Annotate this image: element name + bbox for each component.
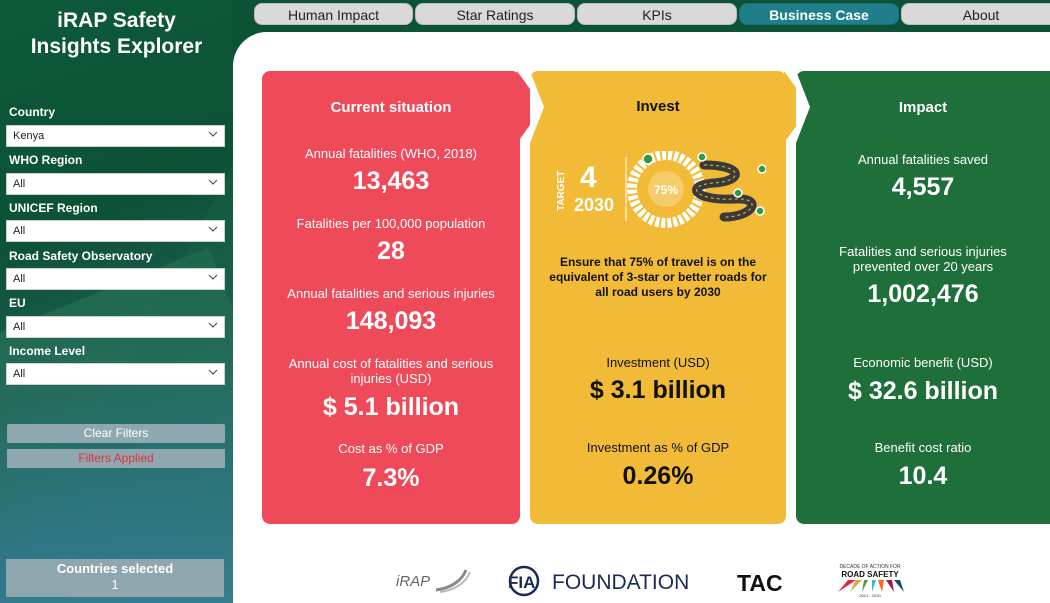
cost-gdp-label: Cost as % of GDP bbox=[338, 441, 444, 456]
fsi-prevented-label: Fatalities and serious injuries prevente… bbox=[839, 244, 1007, 274]
chevron-down-icon bbox=[208, 369, 218, 375]
investment-value: $ 3.1 billion bbox=[589, 376, 727, 404]
filter-label-who-region: WHO Region bbox=[9, 153, 83, 167]
decade-of-action-logo: DECADE OF ACTION FOR ROAD SAFETY 2021 - … bbox=[818, 562, 922, 598]
road-safety-observatory-select[interactable]: All bbox=[6, 268, 225, 290]
country-select[interactable]: Kenya bbox=[6, 125, 225, 147]
economic-benefit-label: Economic benefit (USD) bbox=[853, 355, 993, 370]
annual-fsi-value: 148,093 bbox=[345, 307, 437, 335]
filter-label-unicef-region: UNICEF Region bbox=[9, 201, 98, 215]
app-title-line2: Insights Explorer bbox=[30, 35, 203, 58]
decade-line3: 2021 - 2030 bbox=[859, 593, 881, 598]
who-region-select-value: All bbox=[13, 178, 26, 190]
current-situation-panel: Current situation Annual fatalities (WHO… bbox=[262, 71, 520, 524]
income-level-select[interactable]: All bbox=[6, 363, 225, 385]
fia-foundation-text: FOUNDATION bbox=[552, 571, 689, 594]
fia-logo-text: FIA bbox=[508, 573, 535, 592]
country-select-value: Kenya bbox=[13, 130, 45, 142]
economic-benefit-value: $ 32.6 billion bbox=[847, 377, 999, 405]
irap-logo-text: iRAP bbox=[396, 573, 430, 590]
fia-foundation-logo: FIA FOUNDATION bbox=[502, 562, 698, 598]
annual-fatalities-label: Annual fatalities (WHO, 2018) bbox=[305, 146, 477, 161]
flow-notch bbox=[530, 71, 544, 143]
chevron-down-icon bbox=[208, 226, 218, 232]
who-region-select[interactable]: All bbox=[6, 173, 225, 195]
app-title: iRAP Safety Insights Explorer bbox=[0, 8, 233, 60]
decade-of-action-logo-mark: DECADE OF ACTION FOR ROAD SAFETY 2021 - … bbox=[838, 564, 904, 598]
investment-gdp-label: Investment as % of GDP bbox=[586, 440, 730, 455]
check-icon bbox=[697, 152, 707, 162]
benefit-cost-ratio-value: 10.4 bbox=[898, 462, 948, 490]
annual-fatalities-value: 13,463 bbox=[352, 167, 430, 195]
filter-label-eu: EU bbox=[9, 296, 26, 310]
annual-cost-value: $ 5.1 billion bbox=[322, 393, 460, 421]
flow-notch bbox=[796, 71, 810, 143]
chevron-down-icon bbox=[208, 179, 218, 185]
annual-cost-label: Annual cost of fatalities and serious in… bbox=[288, 356, 494, 386]
unicef-region-select[interactable]: All bbox=[6, 220, 225, 242]
fatalities-per-100k-label: Fatalities per 100,000 population bbox=[296, 216, 486, 231]
graphic-target-year: 2030 bbox=[574, 195, 614, 215]
filter-label-income-level: Income Level bbox=[9, 344, 86, 358]
eu-select[interactable]: All bbox=[6, 316, 225, 338]
fatalities-saved-label: Annual fatalities saved bbox=[857, 152, 989, 167]
impact-panel: Impact Annual fatalities saved 4,557 Fat… bbox=[796, 71, 1050, 524]
check-icon bbox=[755, 206, 765, 216]
graphic-percent: 75% bbox=[654, 183, 678, 197]
filter-label-country: Country bbox=[9, 105, 55, 119]
check-icon bbox=[733, 188, 743, 198]
tac-logo: TAC bbox=[735, 562, 795, 598]
invest-panel: Invest TARGET 4 2030 75% Ensure that 75%… bbox=[530, 71, 786, 524]
target-4-2030-graphic: TARGET 4 2030 75% bbox=[556, 151, 766, 228]
investment-label: Investment (USD) bbox=[606, 355, 710, 370]
graphic-target-number: 4 bbox=[580, 161, 597, 194]
impact-title: Impact bbox=[898, 99, 948, 116]
invest-title: Invest bbox=[636, 98, 680, 115]
sidebar bbox=[0, 0, 233, 603]
filters-applied-indicator: Filters Applied bbox=[7, 449, 225, 468]
app-title-line1: iRAP Safety bbox=[57, 9, 176, 32]
tab-business-case[interactable]: Business Case bbox=[739, 3, 899, 25]
countries-selected-box: Countries selected 1 bbox=[6, 559, 224, 597]
investment-gdp-value: 0.26% bbox=[622, 462, 694, 490]
chevron-down-icon bbox=[208, 322, 218, 328]
countries-selected-value: 1 bbox=[111, 577, 119, 592]
eu-select-value: All bbox=[13, 321, 26, 333]
irap-logo-mark: iRAP bbox=[396, 569, 471, 593]
graphic-target-label: TARGET bbox=[556, 171, 567, 211]
filter-label-road-safety-observatory: Road Safety Observatory bbox=[9, 249, 153, 263]
benefit-cost-ratio-label: Benefit cost ratio bbox=[874, 440, 972, 455]
tab-kpis[interactable]: KPIs bbox=[577, 3, 737, 25]
annual-fsi-label: Annual fatalities and serious injuries bbox=[287, 286, 495, 301]
target-description: Ensure that 75% of travel is on the equi… bbox=[549, 255, 767, 299]
tac-logo-text: TAC bbox=[737, 570, 783, 596]
fatalities-per-100k-value: 28 bbox=[377, 237, 405, 265]
chevron-down-icon bbox=[208, 274, 218, 280]
cost-gdp-value: 7.3% bbox=[362, 464, 420, 492]
tac-logo-mark: TAC bbox=[737, 570, 783, 596]
road-safety-observatory-select-value: All bbox=[13, 273, 26, 285]
clear-filters-button[interactable]: Clear Filters bbox=[7, 424, 225, 443]
fia-foundation-logo-mark: FIA FOUNDATION bbox=[508, 565, 689, 597]
fatalities-saved-value: 4,557 bbox=[891, 173, 955, 201]
unicef-region-select-value: All bbox=[13, 225, 26, 237]
fsi-prevented-value: 1,002,476 bbox=[867, 280, 979, 308]
tab-star-ratings[interactable]: Star Ratings bbox=[415, 3, 575, 25]
chevron-down-icon bbox=[208, 131, 218, 137]
irap-logo: iRAP bbox=[394, 562, 474, 598]
countries-selected-label: Countries selected bbox=[56, 561, 174, 576]
current-situation-title: Current situation bbox=[330, 99, 452, 116]
check-icon bbox=[642, 153, 654, 165]
check-icon bbox=[757, 164, 766, 174]
income-level-select-value: All bbox=[13, 368, 26, 380]
decade-line2: ROAD SAFETY bbox=[841, 570, 899, 579]
tab-about[interactable]: About bbox=[901, 3, 1050, 25]
tab-human-impact[interactable]: Human Impact bbox=[254, 3, 413, 25]
